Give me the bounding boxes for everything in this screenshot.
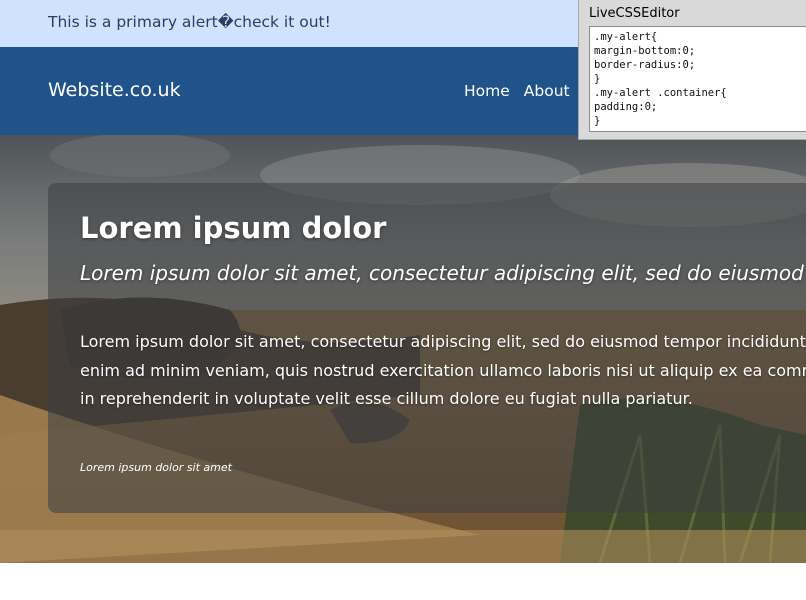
hero-panel: Lorem ipsum dolor Lorem ipsum dolor sit … [48, 183, 806, 513]
code-line: .my-alert{ [594, 31, 658, 43]
alert-text: This is a primary alert�check it out! [48, 13, 331, 31]
hero-subtitle: Lorem ipsum dolor sit amet, consectetur … [80, 261, 804, 285]
editor-title: LiveCSSEditor [589, 6, 680, 21]
hero-body-line: Lorem ipsum dolor sit amet, consectetur … [80, 332, 806, 351]
code-line: padding:0; [594, 101, 658, 113]
hero-body-line: enim ad minim veniam, quis nostrud exerc… [80, 360, 806, 380]
hero-body: Lorem ipsum dolor sit amet, consectetur … [80, 328, 806, 414]
nav-link-home[interactable]: Home [464, 82, 510, 100]
code-line: } [594, 115, 601, 127]
hero-section: Lorem ipsum dolor Lorem ipsum dolor sit … [0, 135, 806, 563]
navbar-brand[interactable]: Website.co.uk [48, 79, 181, 101]
code-line: margin-bottom:0; [594, 45, 696, 57]
hero-body-line: in reprehenderit in voluptate velit esse… [80, 389, 693, 408]
css-code-textarea[interactable]: .my-alert{ margin-bottom:0; border-radiu… [589, 26, 806, 132]
code-line: } [594, 73, 601, 85]
nav-links: Home About [464, 82, 570, 100]
code-line: .my-alert .container{ [594, 87, 727, 99]
nav-link-about[interactable]: About [524, 82, 570, 100]
hero-title: Lorem ipsum dolor [80, 211, 387, 245]
live-css-editor: LiveCSSEditor .my-alert{ margin-bottom:0… [578, 0, 806, 140]
code-line: border-radius:0; [594, 59, 696, 71]
hero-note: Lorem ipsum dolor sit amet [80, 461, 232, 474]
